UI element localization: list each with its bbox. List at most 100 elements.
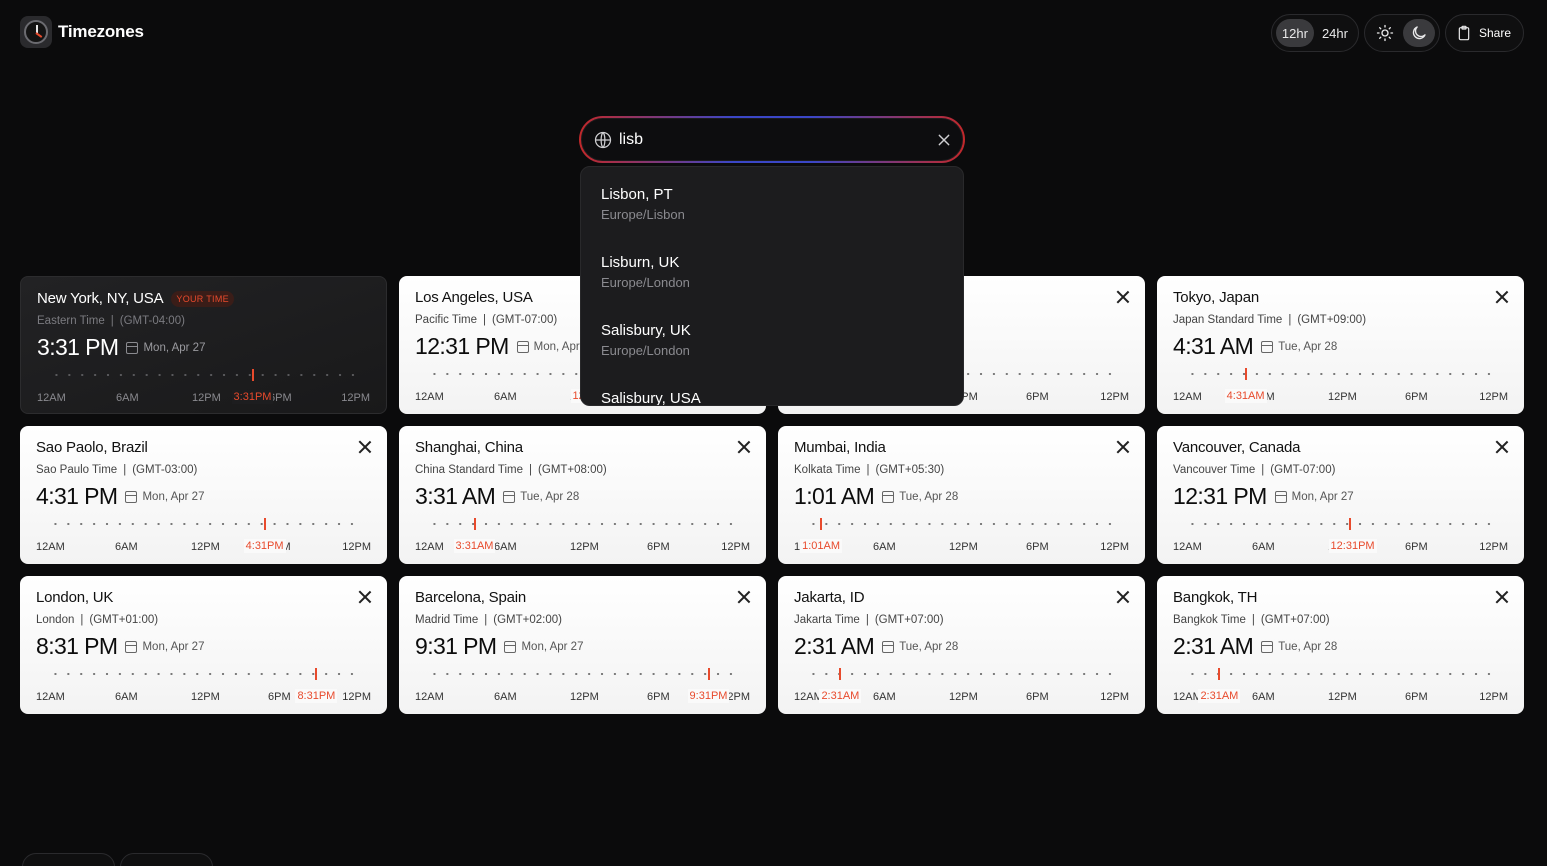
day-timeline[interactable] <box>50 374 360 376</box>
current-time-label: 12:31PM <box>1328 539 1377 553</box>
current-time-label: 3:31PM <box>231 390 274 404</box>
card-zone: Eastern Time <box>37 315 105 327</box>
card-time: 9:31 PM <box>415 633 497 659</box>
suggestion-item[interactable]: Lisburn, UK Europe/London <box>581 235 963 303</box>
search-input[interactable] <box>619 130 936 149</box>
remove-card-icon[interactable] <box>1494 439 1510 455</box>
card-offset: (GMT+09:00) <box>1297 314 1367 326</box>
remove-card-icon[interactable] <box>1115 289 1131 305</box>
card-date: Tue, Apr 28 <box>899 640 959 653</box>
suggestion-item[interactable]: Salisbury, UK Europe/London <box>581 303 963 371</box>
current-time-label: 8:31PM <box>295 689 338 703</box>
remove-card-icon[interactable] <box>1494 589 1510 605</box>
suggestion-timezone: Europe/London <box>601 275 690 290</box>
tick-label: 12PM <box>342 541 371 553</box>
card-zone: Vancouver Time <box>1173 464 1256 476</box>
remove-card-icon[interactable] <box>1115 439 1131 455</box>
current-time-label: 1:01AM <box>800 539 843 553</box>
tick-label: 12PM <box>192 392 221 404</box>
remove-card-icon[interactable] <box>357 439 373 455</box>
suggestion-city: Salisbury, USA <box>601 390 701 406</box>
card-date: Tue, Apr 28 <box>1278 340 1338 353</box>
tick-label: 12AM <box>415 691 444 703</box>
tick-label: 12AM <box>415 541 444 553</box>
remove-card-icon[interactable] <box>736 439 752 455</box>
timezone-card[interactable]: Sao Paolo, Brazil Sao Paulo Time | (GMT-03:… <box>20 426 387 564</box>
current-time-marker <box>1244 368 1247 380</box>
day-timeline[interactable] <box>1186 523 1498 525</box>
card-offset: (GMT-07:00) <box>1270 464 1336 476</box>
day-timeline[interactable] <box>428 673 740 675</box>
tick-label: 6AM <box>1252 691 1275 703</box>
card-time: 4:31 PM <box>36 483 118 509</box>
timezone-card[interactable]: Tokyo, Japan Japan Standard Time | (GMT+09:… <box>1157 276 1524 414</box>
timezone-card[interactable]: Mumbai, India Kolkata Time | (GMT+05:30) 1:0… <box>778 426 1145 564</box>
tick-label: 12PM <box>341 392 370 404</box>
day-timeline[interactable] <box>49 673 361 675</box>
separator: | <box>866 464 870 476</box>
tick-label: 6PM <box>1405 691 1428 703</box>
sun-icon <box>1376 24 1394 42</box>
current-time-marker <box>263 518 266 530</box>
card-city: Jakarta, ID <box>794 589 865 606</box>
current-time-marker <box>251 369 254 381</box>
card-city: Vancouver, Canada <box>1173 439 1301 456</box>
timezone-card[interactable]: Vancouver, Canada Vancouver Time | (GMT-07:… <box>1157 426 1524 564</box>
calendar-icon <box>1261 640 1274 653</box>
separator: | <box>110 315 114 327</box>
card-date: Tue, Apr 28 <box>899 490 959 503</box>
card-date: Tue, Apr 28 <box>1278 640 1338 653</box>
clear-search-icon[interactable] <box>936 132 952 148</box>
card-zone: Jakarta Time <box>794 614 860 626</box>
tick-label: 12PM <box>1328 391 1357 403</box>
card-offset: (GMT-04:00) <box>119 315 185 327</box>
tick-label: 12AM <box>37 392 66 404</box>
separator: | <box>80 614 84 626</box>
separator: | <box>1288 314 1292 326</box>
calendar-icon <box>1261 340 1274 353</box>
dark-mode-button[interactable] <box>1402 19 1435 47</box>
calendar-icon <box>882 490 895 503</box>
timezone-card[interactable]: Shanghai, China China Standard Time | (GMT+… <box>399 426 766 564</box>
remove-card-icon[interactable] <box>357 589 373 605</box>
card-time: 12:31 PM <box>1173 483 1267 509</box>
tick-label: 6AM <box>494 541 517 553</box>
day-timeline[interactable] <box>1186 673 1498 675</box>
light-mode-button[interactable] <box>1369 19 1401 47</box>
suggestion-item[interactable]: Salisbury, USA <box>581 371 963 406</box>
card-offset: (GMT+07:00) <box>1260 614 1330 626</box>
tick-label: 12AM <box>1173 691 1202 703</box>
calendar-icon <box>125 490 138 503</box>
timezone-card[interactable]: London, UK London | (GMT+01:00) 8:31 PM Mon, … <box>20 576 387 714</box>
current-time-label: 2:31AM <box>1198 689 1241 703</box>
remove-card-icon[interactable] <box>1115 589 1131 605</box>
tick-label: 6PM <box>268 691 291 703</box>
timezone-card[interactable]: Bangkok, TH Bangkok Time | (GMT+07:00) 2:31 … <box>1157 576 1524 714</box>
suggestion-city: Lisbon, PT <box>601 186 673 203</box>
timezone-card[interactable]: Barcelona, Spain Madrid Time | (GMT+02:00) 9… <box>399 576 766 714</box>
search-box <box>579 116 965 163</box>
day-timeline[interactable] <box>1186 373 1498 375</box>
tick-label: 6PM <box>1026 391 1049 403</box>
share-label: Share <box>1478 26 1511 40</box>
tick-label: 6PM <box>647 541 670 553</box>
share-button[interactable]: Share <box>1444 14 1524 52</box>
day-timeline[interactable] <box>807 673 1119 675</box>
bottom-control[interactable] <box>22 853 115 866</box>
remove-card-icon[interactable] <box>736 589 752 605</box>
format-24hr-button[interactable]: 24hr <box>1316 19 1354 47</box>
bottom-control[interactable] <box>120 853 213 866</box>
card-offset: (GMT+01:00) <box>89 614 159 626</box>
day-timeline[interactable] <box>49 523 361 525</box>
remove-card-icon[interactable] <box>1494 289 1510 305</box>
card-zone: Kolkata Time <box>794 464 861 476</box>
format-12hr-button[interactable]: 12hr <box>1275 19 1314 47</box>
app-brand[interactable]: Timezones <box>20 16 144 48</box>
suggestion-item[interactable]: Lisbon, PT Europe/Lisbon <box>581 167 963 235</box>
timezone-card[interactable]: New York, NY, USA YOUR TIME Eastern Time | (… <box>20 276 387 414</box>
timezone-card[interactable]: Jakarta, ID Jakarta Time | (GMT+07:00) 2:31 … <box>778 576 1145 714</box>
day-timeline[interactable] <box>807 523 1119 525</box>
tick-label: 6PM <box>1405 391 1428 403</box>
card-city: London, UK <box>36 589 114 606</box>
current-time-label: 9:31PM <box>687 689 730 703</box>
